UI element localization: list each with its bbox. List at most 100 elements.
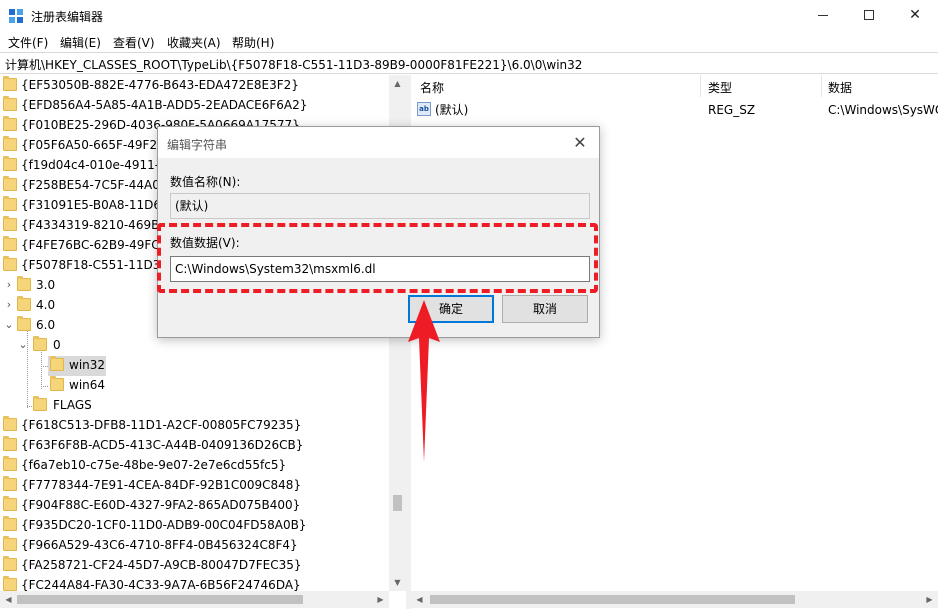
cancel-button[interactable]: 取消 bbox=[502, 295, 588, 323]
tree-item-label: {F7778344-7E91-4CEA-84DF-92B1C009C848} bbox=[21, 478, 302, 492]
title-bar: 注册表编辑器 ✕ bbox=[0, 0, 938, 31]
tree-line bbox=[41, 386, 48, 387]
annotation-highlight-box bbox=[157, 223, 598, 293]
tree-item-label: {F63F6F8B-ACD5-413C-A44B-0409136D26CB} bbox=[21, 438, 304, 452]
chevron-down-icon[interactable]: ⌄ bbox=[18, 335, 28, 355]
chevron-right-icon[interactable]: › bbox=[4, 275, 14, 295]
folder-icon bbox=[3, 436, 17, 451]
tree-line bbox=[41, 366, 48, 367]
tree-horizontal-scrollbar[interactable]: ◀ ▶ bbox=[0, 591, 389, 608]
maximize-icon bbox=[864, 10, 874, 20]
values-horizontal-scrollbar[interactable]: ◀ ▶ bbox=[411, 591, 938, 608]
column-separator[interactable] bbox=[821, 75, 822, 97]
scroll-left-icon[interactable]: ◀ bbox=[0, 591, 17, 608]
scroll-thumb[interactable] bbox=[393, 495, 402, 511]
column-separator[interactable] bbox=[700, 75, 701, 97]
value-type[interactable]: REG_SZ bbox=[708, 100, 755, 120]
scroll-down-icon[interactable]: ▼ bbox=[389, 574, 406, 591]
scroll-thumb[interactable] bbox=[17, 595, 303, 604]
folder-icon bbox=[3, 456, 17, 471]
folder-icon bbox=[3, 496, 17, 511]
folder-icon bbox=[3, 256, 17, 271]
folder-icon bbox=[3, 536, 17, 551]
tree-item-label: {EF53050B-882E-4776-B643-EDA472E8E3F2} bbox=[21, 78, 299, 92]
dialog-close-icon[interactable]: ✕ bbox=[568, 131, 592, 155]
tree-item-label: FLAGS bbox=[53, 398, 92, 412]
folder-icon bbox=[17, 296, 31, 311]
tree-line bbox=[41, 347, 42, 389]
tree-item-label: 0 bbox=[53, 338, 61, 352]
folder-icon bbox=[3, 196, 17, 211]
registry-editor-icon bbox=[9, 9, 23, 23]
tree-item-label: 3.0 bbox=[36, 278, 56, 292]
menu-view[interactable]: 查看(V) bbox=[113, 34, 155, 51]
folder-icon bbox=[3, 516, 17, 531]
tree-item-label: win32 bbox=[69, 358, 106, 372]
scroll-up-icon[interactable]: ▲ bbox=[389, 75, 406, 92]
folder-icon bbox=[3, 476, 17, 491]
value-name-field[interactable]: (默认) bbox=[170, 193, 590, 219]
menu-file[interactable]: 文件(F) bbox=[8, 34, 48, 51]
maximize-button[interactable] bbox=[846, 0, 892, 31]
ab-string-icon: ab bbox=[417, 102, 431, 116]
tree-item-label: 4.0 bbox=[36, 298, 56, 312]
address-bar[interactable]: 计算机\HKEY_CLASSES_ROOT\TypeLib\{F5078F18-… bbox=[0, 52, 938, 74]
close-icon: ✕ bbox=[909, 7, 921, 23]
dialog-title: 编辑字符串 bbox=[167, 138, 228, 152]
tree-item-label: {F4FE76BC-62B9-49FC-9 bbox=[21, 238, 172, 252]
column-header-type[interactable]: 类型 bbox=[708, 79, 732, 96]
scroll-right-icon[interactable]: ▶ bbox=[372, 591, 389, 608]
folder-icon bbox=[17, 276, 31, 291]
address-path[interactable]: 计算机\HKEY_CLASSES_ROOT\TypeLib\{F5078F18-… bbox=[5, 56, 582, 73]
tree-item-label: {F5078F18-C551-11D3-8 bbox=[21, 258, 173, 272]
column-header-data[interactable]: 数据 bbox=[828, 79, 852, 96]
chevron-down-icon[interactable]: ⌄ bbox=[4, 315, 14, 335]
folder-icon bbox=[33, 336, 47, 351]
tree-item-label: win64 bbox=[69, 378, 106, 392]
menu-favorites[interactable]: 收藏夹(A) bbox=[167, 34, 221, 51]
folder-icon bbox=[50, 376, 64, 391]
menu-bar: 文件(F) 编辑(E) 查看(V) 收藏夹(A) 帮助(H) bbox=[0, 31, 938, 52]
window-title: 注册表编辑器 bbox=[31, 10, 104, 24]
folder-icon bbox=[50, 356, 64, 371]
dialog-title-bar: 编辑字符串 ✕ bbox=[158, 127, 599, 158]
folder-icon bbox=[3, 576, 17, 591]
folder-icon bbox=[17, 316, 31, 331]
menu-help[interactable]: 帮助(H) bbox=[232, 34, 274, 51]
tree-item-label: {F4334319-8210-469B-8 bbox=[21, 218, 172, 232]
column-header-name[interactable]: 名称 bbox=[420, 79, 444, 96]
tree-item-label: {F904F88C-E60D-4327-9FA2-865AD075B400} bbox=[21, 498, 301, 512]
folder-icon bbox=[3, 556, 17, 571]
tree-item-label: {F05F6A50-665F-49F2-A bbox=[21, 138, 170, 152]
folder-icon bbox=[3, 176, 17, 191]
value-name[interactable]: (默认) bbox=[435, 100, 468, 120]
tree-item-label: {F258BE54-7C5F-44A0-A bbox=[21, 178, 173, 192]
folder-icon bbox=[3, 236, 17, 251]
tree-item-label: {f19d04c4-010e-4911-a bbox=[21, 158, 167, 172]
scroll-thumb[interactable] bbox=[430, 595, 795, 604]
folder-icon bbox=[3, 156, 17, 171]
annotation-arrow-icon bbox=[408, 300, 440, 462]
scroll-right-icon[interactable]: ▶ bbox=[921, 591, 938, 608]
minimize-button[interactable] bbox=[800, 0, 846, 31]
folder-icon bbox=[3, 116, 17, 131]
minimize-icon bbox=[818, 14, 828, 16]
tree-item-label: 6.0 bbox=[36, 318, 56, 332]
folder-icon bbox=[33, 396, 47, 411]
chevron-right-icon[interactable]: › bbox=[4, 295, 14, 315]
close-button[interactable]: ✕ bbox=[892, 0, 938, 31]
tree-item-label: {F935DC20-1CF0-11D0-ADB9-00C04FD58A0B} bbox=[21, 518, 307, 532]
value-data[interactable]: C:\Windows\SysWO bbox=[828, 100, 938, 120]
folder-icon bbox=[3, 216, 17, 231]
scroll-left-icon[interactable]: ◀ bbox=[411, 591, 428, 608]
folder-icon bbox=[3, 136, 17, 151]
tree-item-label: {F966A529-43C6-4710-8FF4-0B456324C8F4} bbox=[21, 538, 298, 552]
tree-item-label: {f6a7eb10-c75e-48be-9e07-2e7e6cd55fc5} bbox=[21, 458, 287, 472]
tree-item-label: {F618C513-DFB8-11D1-A2CF-00805FC79235} bbox=[21, 418, 302, 432]
tree-item-label: {F31091E5-B0A8-11D6-B bbox=[21, 198, 174, 212]
tree-item-label: {EFD856A4-5A85-4A1B-ADD5-2EADACE6F6A2} bbox=[21, 98, 308, 112]
value-name-label: 数值名称(N): bbox=[170, 175, 241, 189]
tree-item-label: {FA258721-CF24-45D7-A9CB-80047D7FEC35} bbox=[21, 558, 302, 572]
folder-icon bbox=[3, 76, 17, 91]
menu-edit[interactable]: 编辑(E) bbox=[60, 34, 101, 51]
